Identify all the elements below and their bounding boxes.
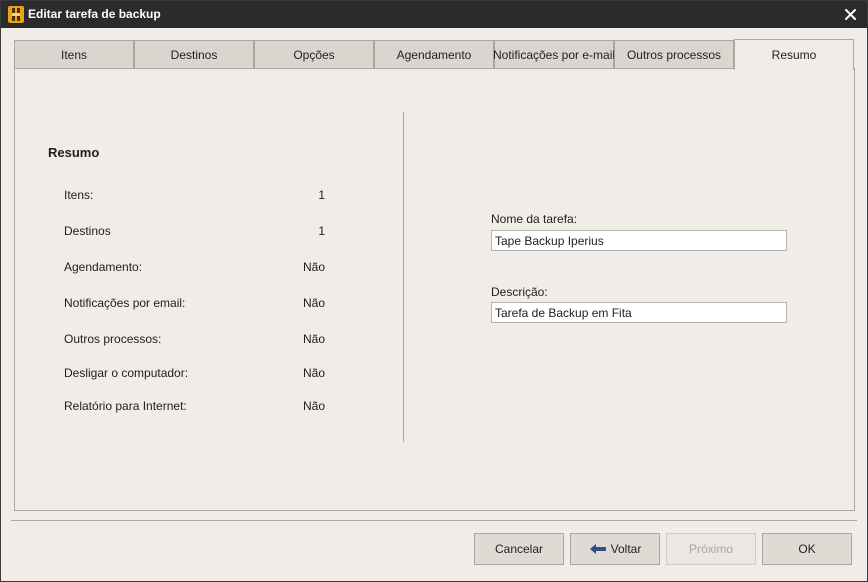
summary-row-value-desligar: Não <box>302 366 325 380</box>
iperius-app-icon <box>8 6 24 23</box>
back-button[interactable]: Voltar <box>570 533 660 565</box>
summary-row-label-itens: Itens: <box>64 188 94 202</box>
summary-row-value-destinos: 1 <box>318 224 325 238</box>
footer-divider <box>11 520 857 521</box>
tab-outros-processos[interactable]: Outros processos <box>614 40 734 69</box>
summary-heading: Resumo <box>48 145 100 160</box>
tab-resumo[interactable]: Resumo <box>734 39 854 70</box>
vertical-divider <box>403 112 404 442</box>
close-icon <box>844 9 856 20</box>
ok-button[interactable]: OK <box>762 533 852 565</box>
tab-itens[interactable]: Itens <box>14 40 134 69</box>
next-button-label: Próximo <box>688 542 733 556</box>
task-name-input[interactable] <box>491 230 787 251</box>
tab-destinos[interactable]: Destinos <box>134 40 254 69</box>
window-title: Editar tarefa de backup <box>28 7 161 21</box>
summary-row-label-agendamento: Agendamento: <box>64 260 143 274</box>
summary-row-label-outros-processos: Outros processos: <box>64 332 162 346</box>
tab-notificacoes-email[interactable]: Notificações por e-mail <box>493 40 615 69</box>
summary-row-label-destinos: Destinos <box>64 224 111 238</box>
next-button[interactable]: Próximo <box>666 533 756 565</box>
summary-row-value-notificacoes: Não <box>302 296 325 310</box>
arrow-left-icon <box>589 544 606 554</box>
description-label: Descrição: <box>491 285 548 299</box>
summary-row-label-relatorio: Relatório para Internet: <box>64 399 187 413</box>
summary-panel: Resumo Itens: 1 Destinos 1 Agendamento: … <box>14 68 855 511</box>
edit-backup-task-window: Editar tarefa de backup Itens Destinos O… <box>0 0 868 582</box>
close-button[interactable] <box>833 1 867 28</box>
summary-row-value-relatorio: Não <box>302 399 325 413</box>
task-name-label: Nome da tarefa: <box>491 212 578 226</box>
cancel-button-label: Cancelar <box>494 542 544 556</box>
summary-row-value-itens: 1 <box>318 188 325 202</box>
cancel-button[interactable]: Cancelar <box>474 533 564 565</box>
title-bar[interactable]: Editar tarefa de backup <box>1 1 867 28</box>
tab-opcoes[interactable]: Opções <box>254 40 374 69</box>
back-button-label: Voltar <box>610 542 642 556</box>
tab-agendamento[interactable]: Agendamento <box>374 40 494 69</box>
ok-button-label: OK <box>798 542 816 556</box>
summary-row-label-desligar: Desligar o computador: <box>64 366 189 380</box>
description-input[interactable] <box>491 302 787 323</box>
summary-row-label-notificacoes: Notificações por email: <box>64 296 186 310</box>
summary-row-value-agendamento: Não <box>302 260 325 274</box>
summary-row-value-outros-processos: Não <box>302 332 325 346</box>
